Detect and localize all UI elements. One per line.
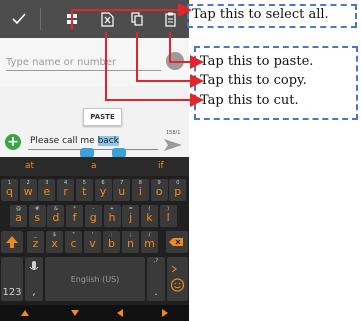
callout-arrows (71, 3, 204, 107)
copy-arrow (136, 32, 204, 88)
paste-arrow (169, 32, 204, 69)
cut-arrow (105, 32, 204, 107)
select-all-arrow (71, 3, 192, 30)
